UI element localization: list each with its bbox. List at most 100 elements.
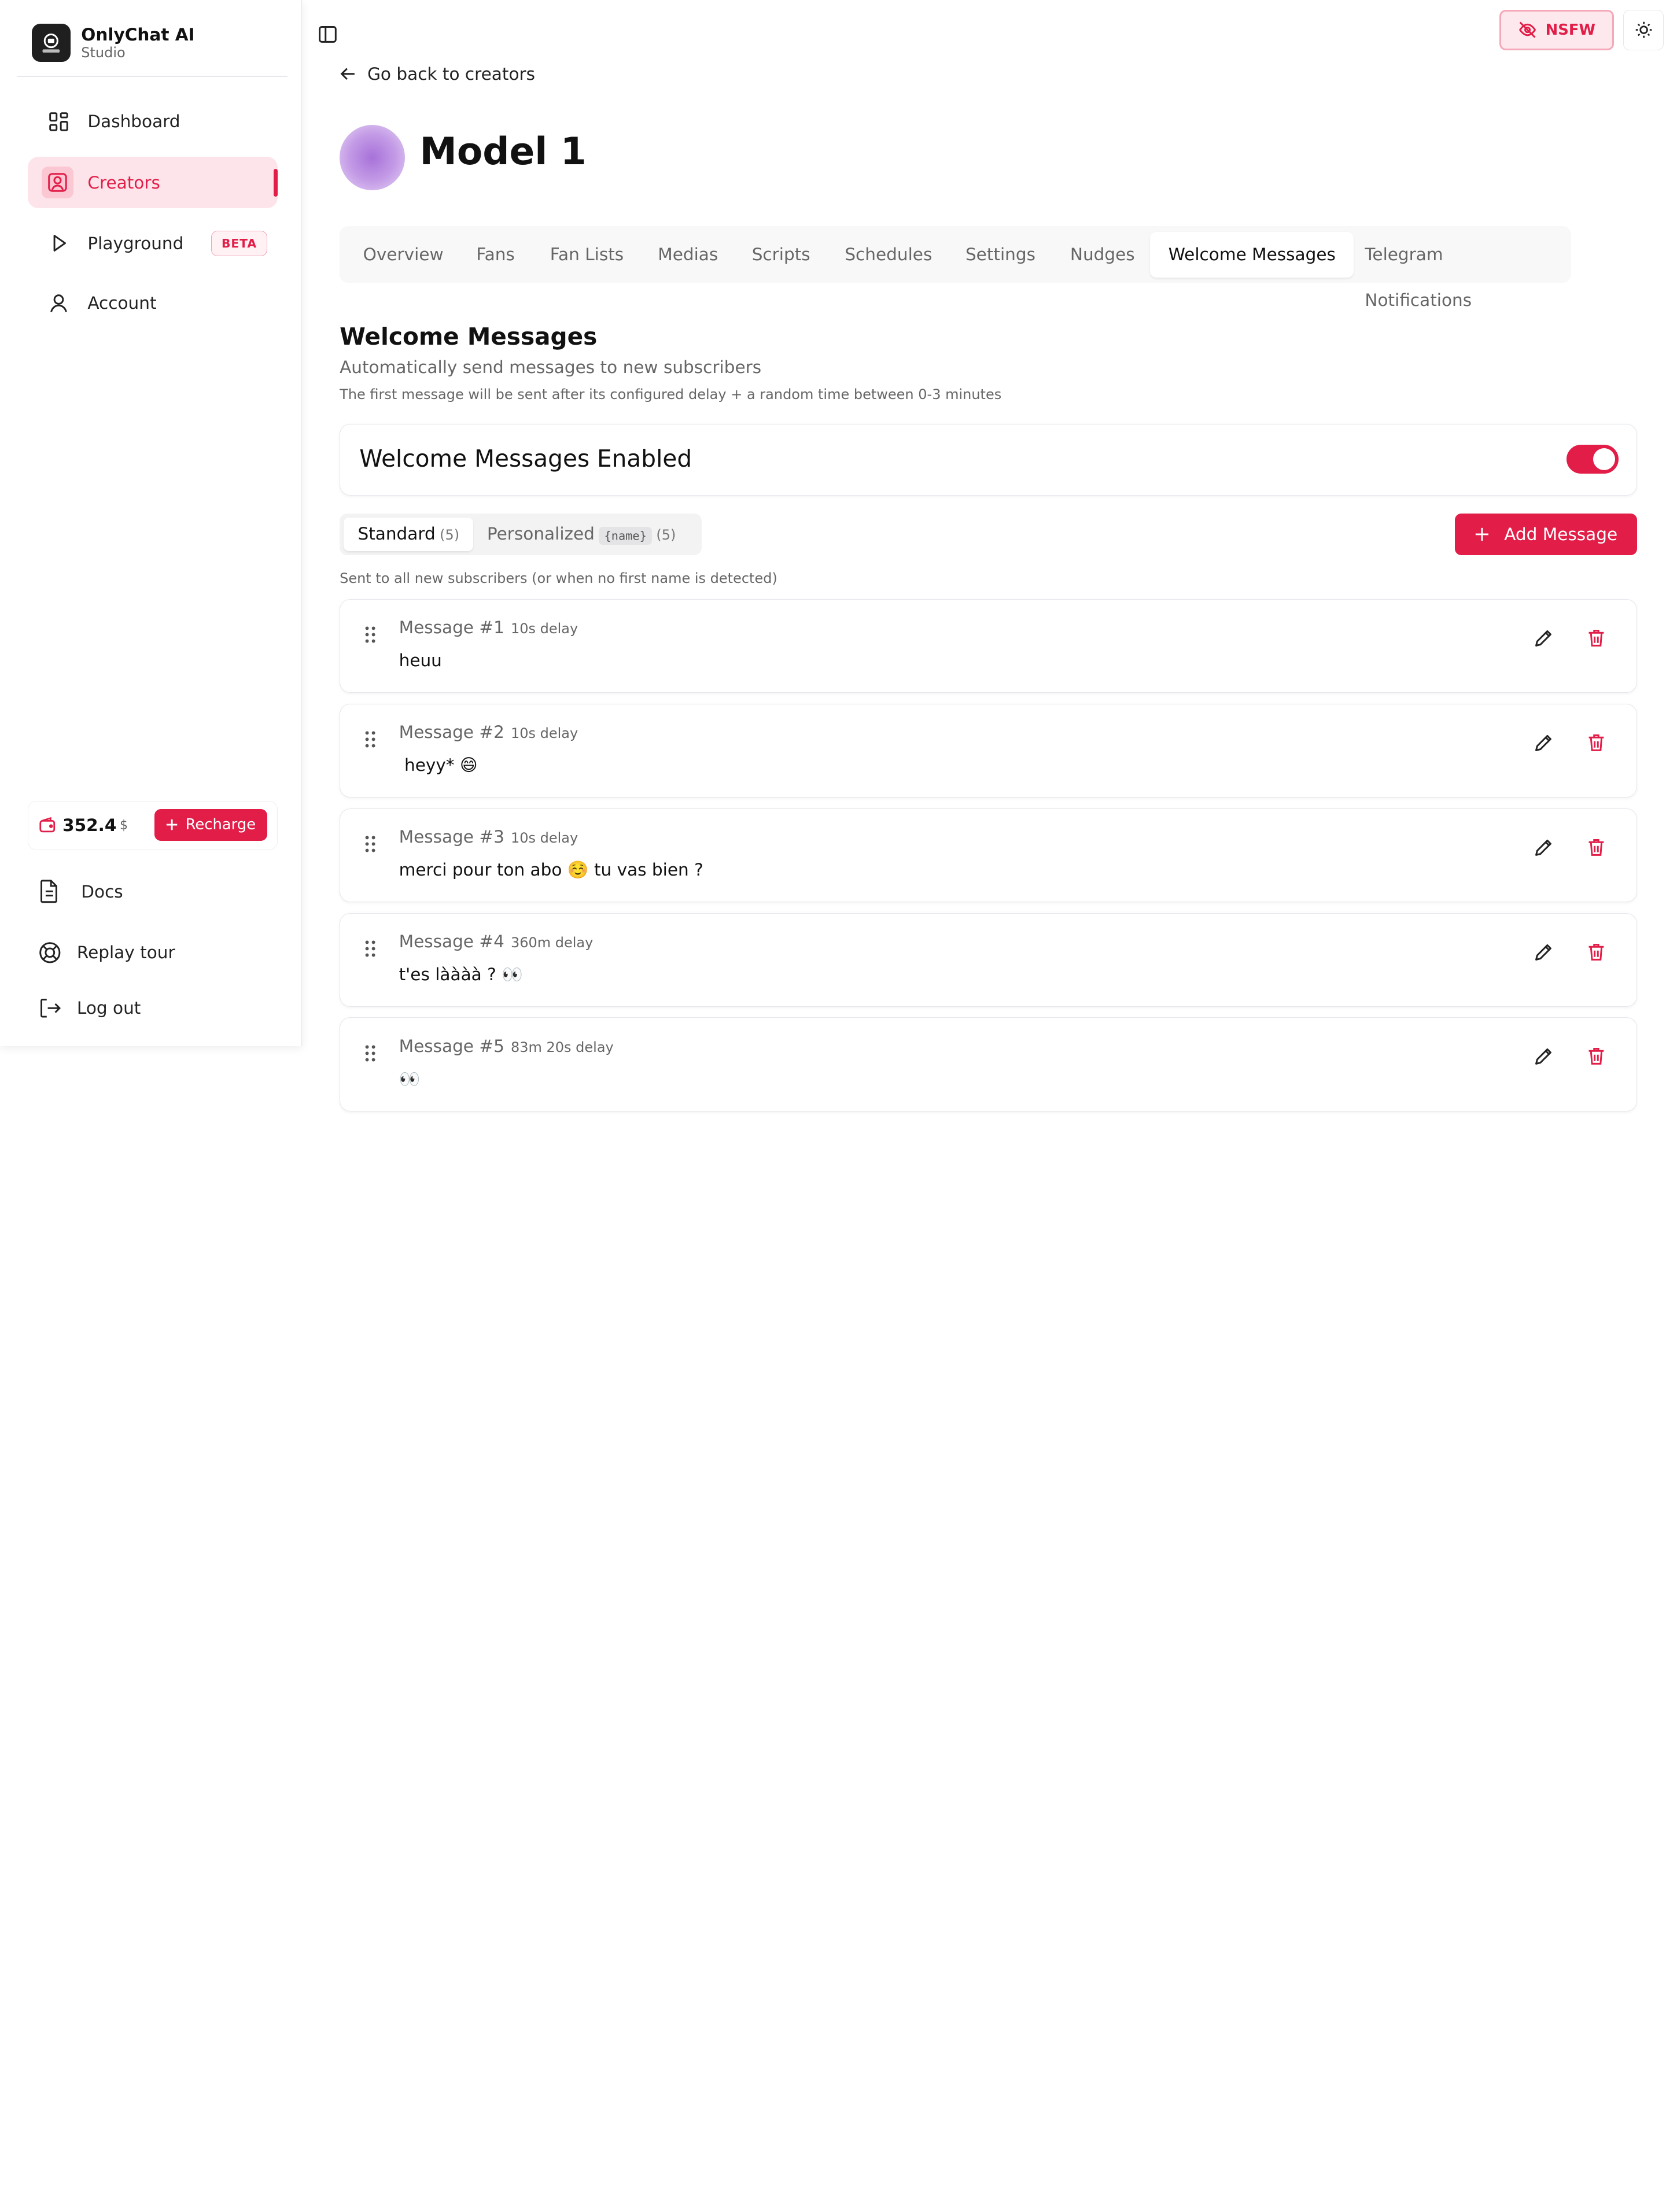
tab-schedules[interactable]: Schedules	[827, 232, 950, 278]
trash-icon[interactable]	[1586, 1046, 1611, 1071]
brand-logo	[32, 23, 71, 62]
wallet-amount: 352.4	[62, 815, 117, 836]
tab-nudges[interactable]: Nudges	[1052, 232, 1153, 278]
subtab-personalized-count: (5)	[656, 527, 676, 544]
logout-icon	[38, 996, 62, 1020]
trash-icon[interactable]	[1586, 837, 1611, 862]
arrow-left-icon	[340, 65, 357, 83]
logout-label: Log out	[76, 998, 141, 1018]
message-text: 👀	[399, 1069, 421, 1090]
edit-icon[interactable]	[1533, 837, 1558, 862]
section-title: Welcome Messages	[340, 322, 598, 350]
trash-icon[interactable]	[1586, 732, 1611, 758]
plus-icon	[1475, 527, 1490, 542]
document-icon	[38, 880, 60, 903]
wallet-currency: $	[119, 818, 128, 833]
lifebuoy-icon	[38, 941, 62, 965]
sidebar: OnlyChat AI Studio Dashboard Creators Pl…	[0, 0, 303, 1047]
active-indicator	[273, 168, 278, 197]
replay-tour-label: Replay tour	[76, 942, 175, 962]
message-card: Message #1 10s delay heuu	[340, 599, 1638, 693]
back-to-creators-link[interactable]: Go back to creators	[340, 64, 535, 84]
tab-fan-lists[interactable]: Fan Lists	[532, 232, 642, 278]
subtab-standard-count: (5)	[440, 527, 460, 544]
message-title: Message #1 10s delay	[399, 618, 578, 637]
drag-handle-icon[interactable]	[364, 1043, 377, 1064]
sidebar-item-label: Playground	[87, 233, 184, 253]
welcome-enabled-toggle[interactable]	[1566, 445, 1619, 474]
message-number: Message #3	[399, 826, 504, 847]
message-card: Message #4 360m delay t'es làààà ? 👀	[340, 913, 1638, 1007]
drag-handle-icon[interactable]	[364, 729, 377, 750]
logout-link[interactable]: Log out	[38, 996, 141, 1020]
recharge-button[interactable]: Recharge	[154, 808, 268, 841]
message-number: Message #1	[399, 618, 504, 638]
drag-handle-icon[interactable]	[364, 624, 377, 645]
message-card: Message #5 83m 20s delay 👀	[340, 1017, 1638, 1111]
list-description: Sent to all new subscribers (or when no …	[340, 570, 777, 586]
page-title: Model 1	[419, 130, 587, 174]
message-title: Message #2 10s delay	[399, 722, 578, 742]
message-delay: 10s delay	[510, 829, 578, 846]
divider	[17, 76, 288, 77]
message-text: heuu	[399, 651, 442, 671]
sidebar-item-label: Creators	[87, 172, 160, 193]
nsfw-toggle-button[interactable]: NSFW	[1499, 9, 1614, 50]
sidebar-toggle-icon[interactable]	[317, 24, 338, 45]
message-card: Message #2 10s delay heyy* 😄	[340, 703, 1638, 798]
drag-handle-icon[interactable]	[364, 938, 377, 959]
message-number: Message #4	[399, 931, 504, 951]
sidebar-item-playground[interactable]: Playground BETA	[28, 218, 278, 269]
sidebar-item-account[interactable]: Account	[28, 278, 278, 329]
name-variable-tag: {name}	[599, 526, 653, 545]
drag-handle-icon[interactable]	[364, 833, 377, 855]
message-title: Message #5 83m 20s delay	[399, 1036, 614, 1056]
sidebar-item-creators[interactable]: Creators	[28, 157, 278, 208]
docs-link[interactable]: Docs	[38, 880, 123, 903]
nsfw-label: NSFW	[1545, 21, 1595, 39]
replay-tour-link[interactable]: Replay tour	[38, 941, 175, 965]
message-text: heyy* 😄	[399, 755, 478, 776]
edit-icon[interactable]	[1533, 1046, 1558, 1071]
section-subtitle: Automatically send messages to new subsc…	[340, 357, 762, 378]
add-message-label: Add Message	[1504, 525, 1618, 545]
subtab-standard-label: Standard	[357, 524, 436, 544]
message-text: t'es làààà ? 👀	[399, 965, 523, 985]
add-message-button[interactable]: Add Message	[1454, 514, 1638, 556]
trash-icon[interactable]	[1586, 941, 1611, 967]
tab-telegram-notifications[interactable]: Telegram Notifications	[1347, 232, 1571, 310]
message-delay: 83m 20s delay	[510, 1039, 614, 1055]
user-icon	[45, 289, 73, 317]
tab-fans[interactable]: Fans	[458, 232, 533, 278]
avatar	[340, 125, 405, 190]
sun-icon	[1634, 20, 1653, 39]
sidebar-item-dashboard[interactable]: Dashboard	[28, 96, 278, 147]
subtab-personalized[interactable]: Personalized {name} (5)	[473, 518, 690, 551]
theme-toggle-button[interactable]	[1623, 9, 1664, 50]
subtab-standard[interactable]: Standard (5)	[344, 518, 474, 551]
tab-medias[interactable]: Medias	[640, 232, 736, 278]
tab-scripts[interactable]: Scripts	[734, 232, 828, 278]
brand-subtitle: Studio	[81, 44, 126, 61]
message-number: Message #5	[399, 1036, 504, 1056]
edit-icon[interactable]	[1533, 732, 1558, 758]
edit-icon[interactable]	[1533, 627, 1558, 653]
dashboard-icon	[45, 108, 73, 135]
message-number: Message #2	[399, 722, 504, 743]
message-card: Message #3 10s delay merci pour ton abo ☺…	[340, 808, 1638, 903]
edit-icon[interactable]	[1533, 941, 1558, 967]
welcome-enabled-card: Welcome Messages Enabled	[340, 423, 1638, 496]
toggle-knob	[1593, 448, 1616, 471]
message-text: merci pour ton abo ☺️ tu vas bien ?	[399, 860, 703, 880]
welcome-enabled-label: Welcome Messages Enabled	[359, 445, 692, 472]
message-delay: 10s delay	[510, 725, 578, 742]
user-square-icon	[42, 167, 74, 199]
creator-tabs: Overview Fans Fan Lists Medias Scripts S…	[340, 226, 1571, 310]
tab-settings[interactable]: Settings	[948, 232, 1054, 278]
plus-icon	[165, 818, 178, 831]
tab-welcome-messages[interactable]: Welcome Messages	[1150, 231, 1354, 278]
trash-icon[interactable]	[1586, 627, 1611, 653]
tab-overview[interactable]: Overview	[345, 232, 462, 278]
section-note: The first message will be sent after its…	[340, 386, 1002, 403]
brand[interactable]: OnlyChat AI Studio	[32, 23, 195, 62]
